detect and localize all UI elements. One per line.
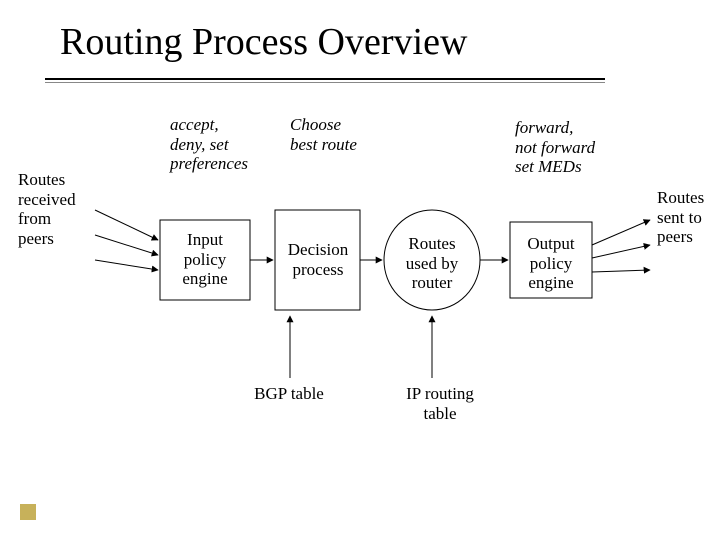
routing-diagram xyxy=(0,0,720,540)
slide-accent xyxy=(20,504,36,520)
